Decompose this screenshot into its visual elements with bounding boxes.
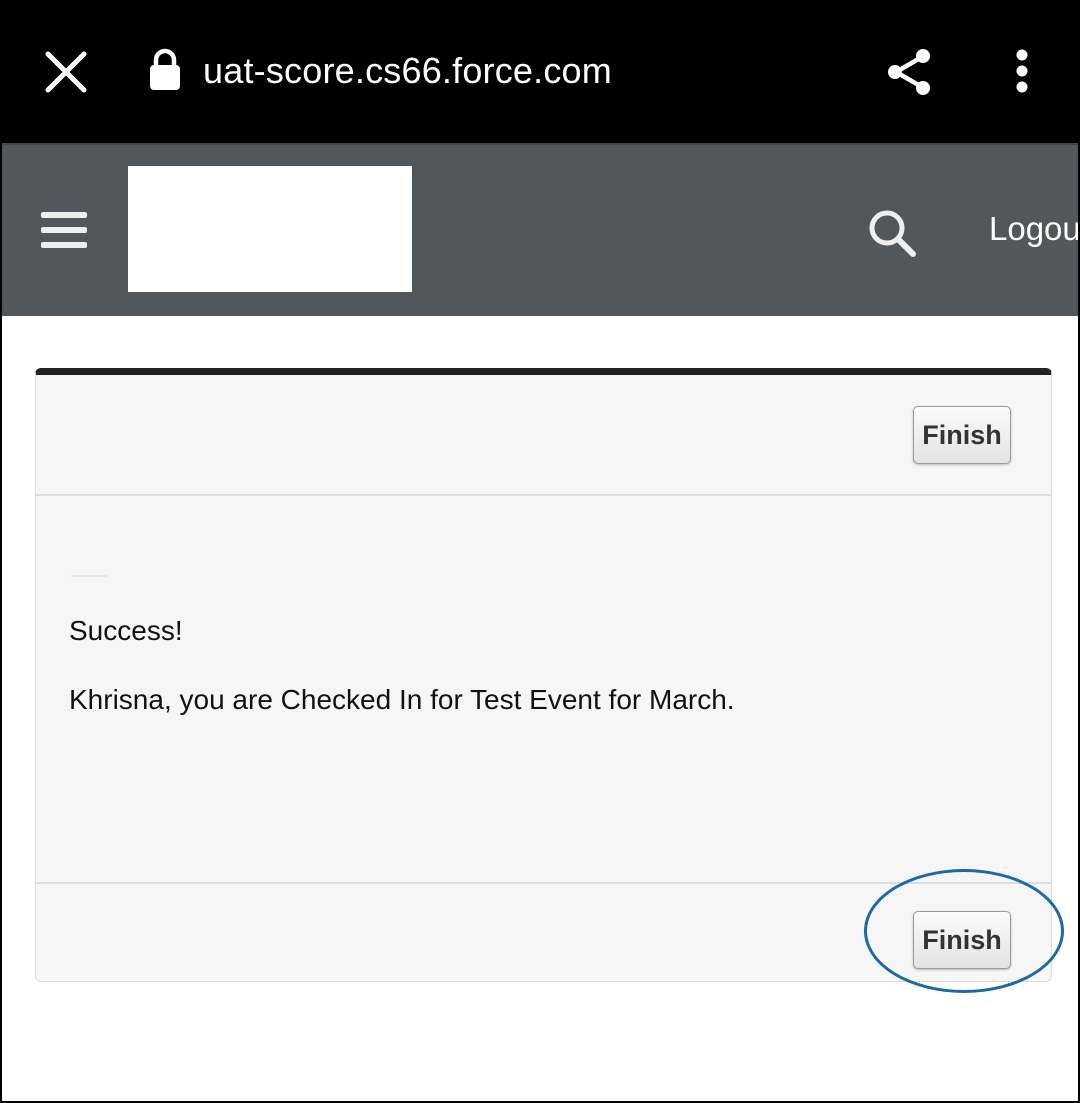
site-header: Logou: [2, 143, 1078, 316]
browser-toolbar: uat-score.cs66.force.com: [2, 0, 1078, 143]
search-icon[interactable]: [864, 205, 920, 261]
checkin-card: Finish Success! Khrisna, you are Checked…: [35, 368, 1052, 982]
finish-button-bottom[interactable]: Finish: [913, 911, 1011, 969]
checkin-message: Khrisna, you are Checked In for Test Eve…: [69, 684, 735, 715]
finish-button-top[interactable]: Finish: [913, 406, 1011, 464]
card-header: Finish: [36, 375, 1051, 496]
logout-link[interactable]: Logou: [989, 209, 1078, 249]
divider: [71, 575, 107, 577]
logo[interactable]: [128, 166, 412, 292]
share-icon[interactable]: [882, 44, 938, 100]
lock-icon: [148, 48, 182, 92]
url-bar[interactable]: uat-score.cs66.force.com: [203, 49, 612, 93]
close-icon[interactable]: [42, 48, 90, 96]
more-vert-icon[interactable]: [1002, 44, 1042, 100]
app-screen: uat-score.cs66.force.com Logou Finish Su…: [0, 0, 1080, 1103]
card-footer: Finish: [36, 884, 1051, 981]
success-heading: Success!: [69, 615, 183, 646]
hamburger-icon[interactable]: [41, 210, 89, 250]
card-body: Success! Khrisna, you are Checked In for…: [36, 496, 1051, 884]
